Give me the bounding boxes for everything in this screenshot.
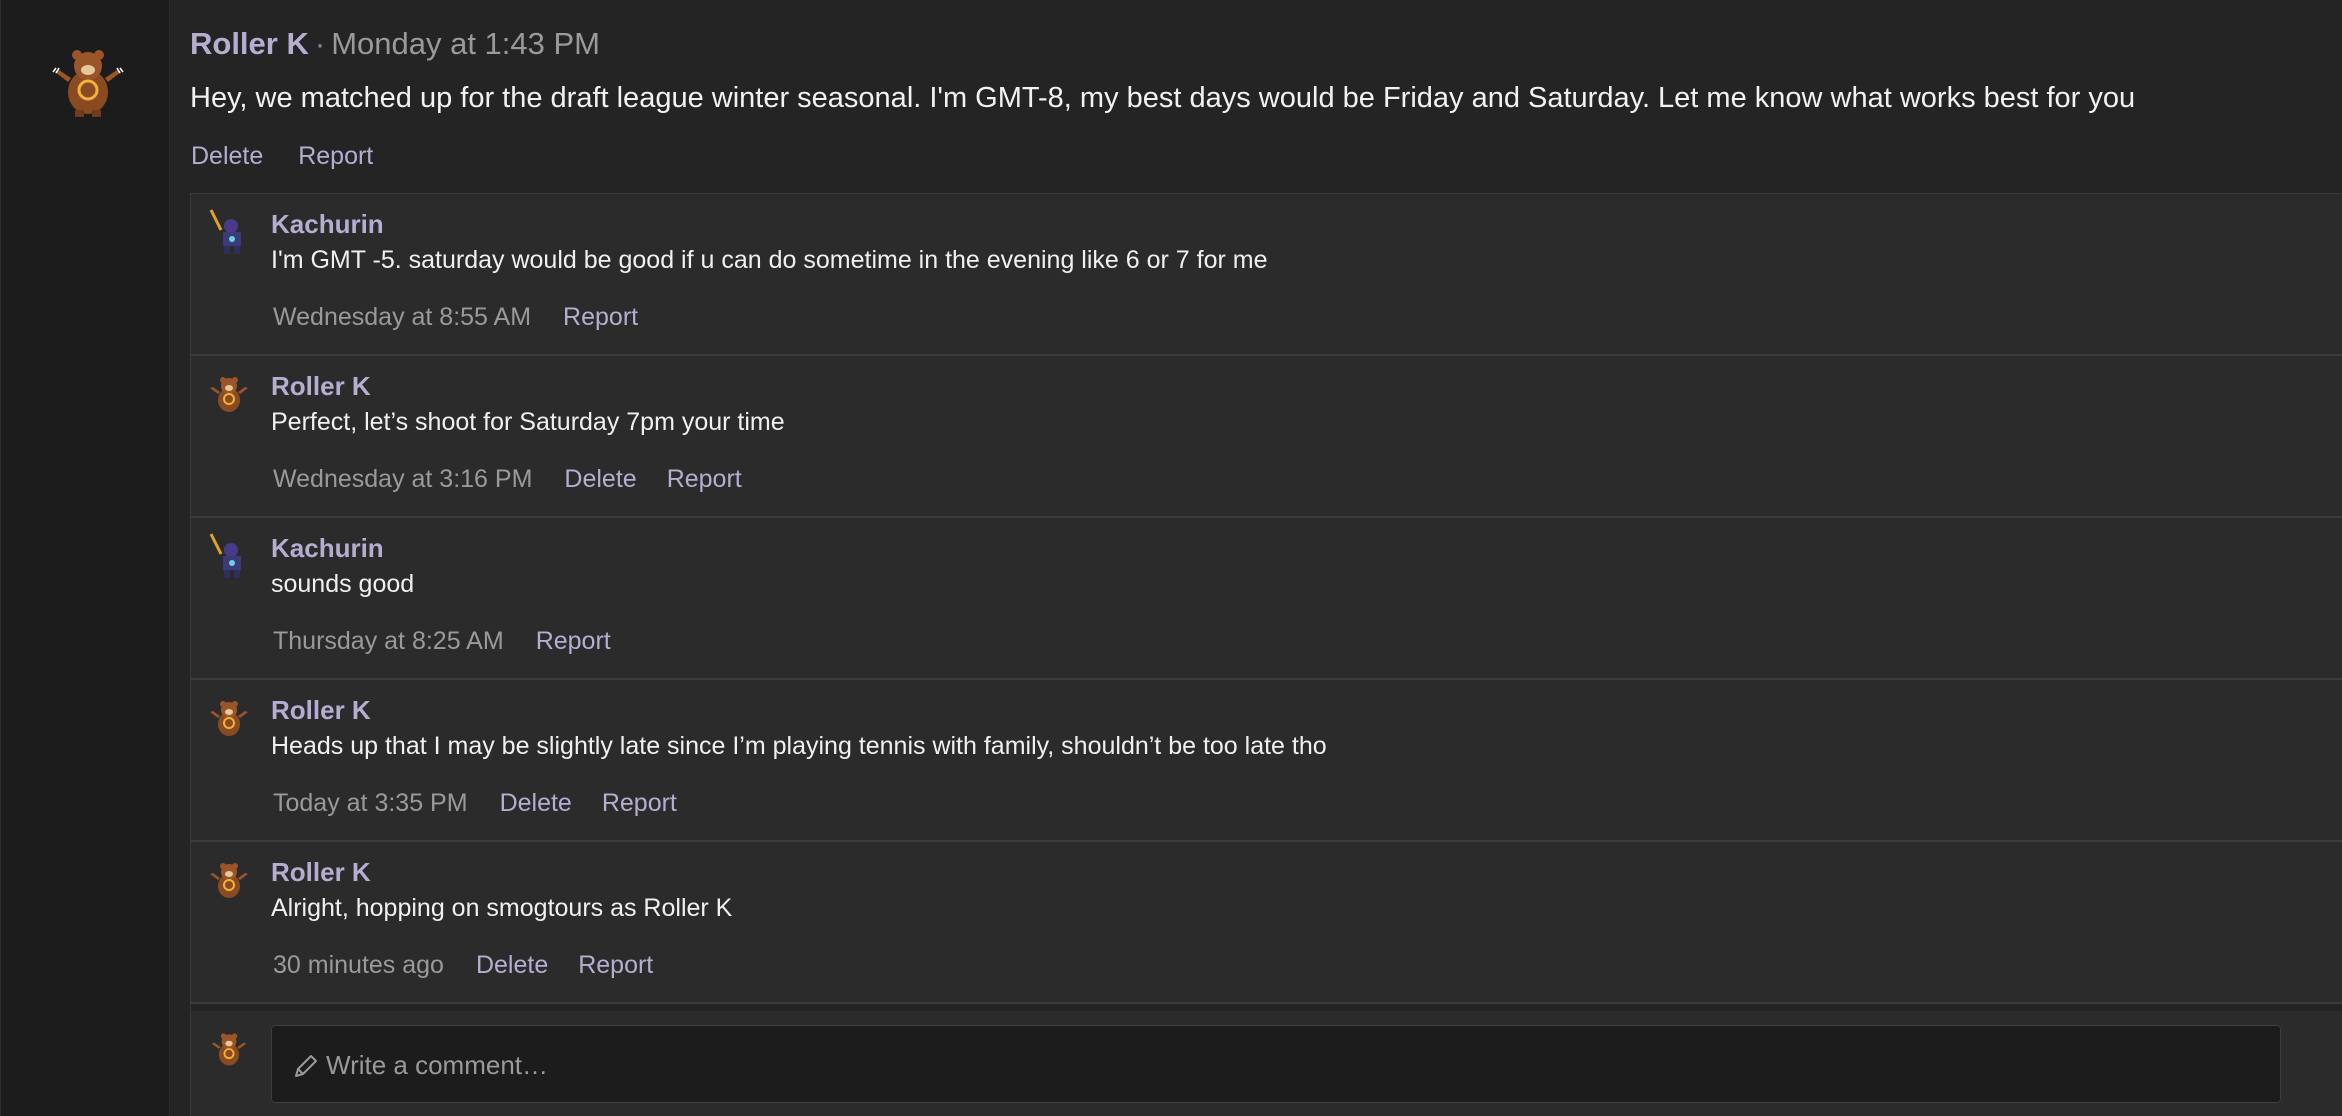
comment-item: Kachurin sounds good Thursday at 8:25 AM… — [191, 518, 2342, 680]
comment-list: Kachurin I'm GMT -5. saturday would be g… — [190, 193, 2342, 1116]
comment-input[interactable]: Write a comment… — [271, 1025, 2281, 1103]
post-delete-button[interactable]: Delete — [191, 142, 263, 170]
comment-text: sounds good — [271, 570, 415, 598]
comment-timestamp[interactable]: Wednesday at 3:16 PM — [273, 465, 532, 493]
comment-item: Kachurin I'm GMT -5. saturday would be g… — [191, 194, 2342, 356]
post-report-button[interactable]: Report — [298, 142, 373, 170]
comment-report-button[interactable]: Report — [602, 789, 677, 817]
comment-author[interactable]: Roller K — [271, 856, 371, 888]
comment-text: Perfect, let’s shoot for Saturday 7pm yo… — [271, 408, 785, 436]
post-header: Roller K · Monday at 1:43 PM — [190, 24, 600, 64]
comment-meta: 30 minutes ago Delete Report — [273, 949, 683, 981]
post: Roller K · Monday at 1:43 PM Hey, we match… — [170, 0, 2342, 1116]
bear-pokemon-avatar-icon[interactable] — [207, 370, 251, 418]
bear-pokemon-avatar-icon[interactable] — [207, 856, 251, 904]
comment-delete-button[interactable]: Delete — [500, 789, 572, 817]
comment-text: Alright, hopping on smogtours as Roller … — [271, 894, 733, 922]
comment-timestamp[interactable]: Thursday at 8:25 AM — [273, 627, 504, 655]
comment-meta: Wednesday at 3:16 PM Delete Report — [273, 463, 772, 495]
comment-delete-button[interactable]: Delete — [564, 465, 636, 493]
comment-report-button[interactable]: Report — [667, 465, 742, 493]
page: Roller K · Monday at 1:43 PM Hey, we match… — [0, 0, 2342, 1116]
comment-timestamp[interactable]: Today at 3:35 PM — [273, 789, 468, 817]
bear-pokemon-avatar-icon[interactable] — [207, 694, 251, 742]
comment-item: Roller K Heads up that I may be slightly… — [191, 680, 2342, 842]
comment-author[interactable]: Roller K — [271, 694, 371, 726]
comment-delete-button[interactable]: Delete — [476, 951, 548, 979]
comment-author[interactable]: Roller K — [271, 370, 371, 402]
left-gutter — [0, 0, 170, 1116]
warrior-sprite-avatar-icon[interactable] — [207, 532, 251, 580]
comment-meta: Wednesday at 8:55 AM Report — [273, 301, 668, 333]
comment-author[interactable]: Kachurin — [271, 208, 384, 240]
post-separator: · — [314, 26, 326, 61]
comment-report-button[interactable]: Report — [563, 303, 638, 331]
comment-report-button[interactable]: Report — [578, 951, 653, 979]
comment-timestamp[interactable]: 30 minutes ago — [273, 951, 444, 979]
bear-pokemon-avatar-icon[interactable] — [49, 42, 127, 120]
comment-composer: Write a comment… — [191, 1011, 2342, 1116]
comment-meta: Today at 3:35 PM Delete Report — [273, 787, 707, 819]
comment-report-button[interactable]: Report — [536, 627, 611, 655]
comment-item: Roller K Alright, hopping on smogtours a… — [191, 842, 2342, 1004]
comment-author[interactable]: Kachurin — [271, 532, 384, 564]
post-timestamp[interactable]: Monday at 1:43 PM — [331, 26, 600, 61]
pencil-icon — [295, 1055, 317, 1077]
bear-pokemon-avatar-icon — [211, 1033, 247, 1066]
warrior-sprite-avatar-icon[interactable] — [207, 208, 251, 256]
comment-input-placeholder: Write a comment… — [326, 1050, 549, 1080]
post-actions: Delete Report — [191, 140, 401, 172]
comment-text: Heads up that I may be slightly late sin… — [271, 732, 1327, 760]
comment-timestamp[interactable]: Wednesday at 8:55 AM — [273, 303, 531, 331]
comment-meta: Thursday at 8:25 AM Report — [273, 625, 641, 657]
post-author[interactable]: Roller K — [190, 26, 309, 61]
comment-text: I'm GMT -5. saturday would be good if u … — [271, 246, 1268, 274]
comment-item: Roller K Perfect, let’s shoot for Saturd… — [191, 356, 2342, 518]
post-body: Hey, we matched up for the draft league … — [190, 82, 2136, 114]
